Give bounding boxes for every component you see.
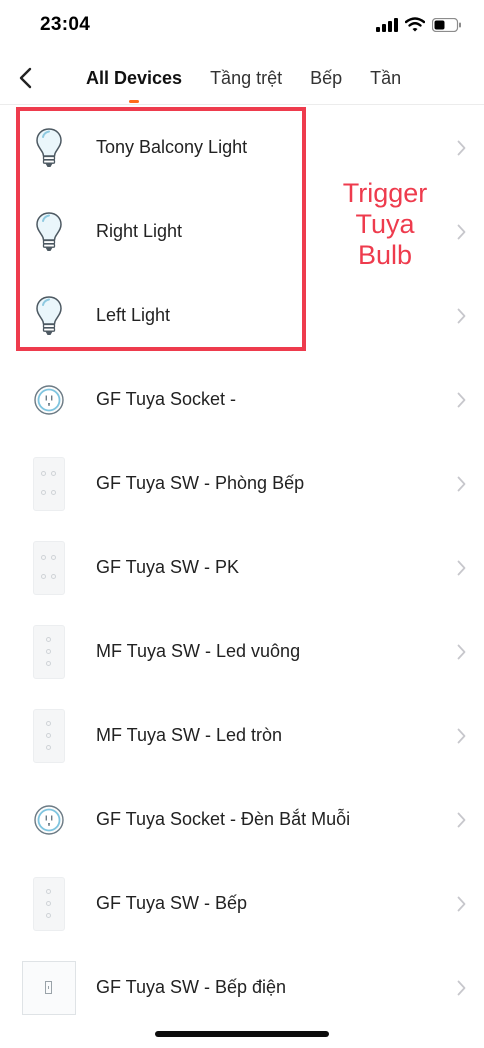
- tab-tang-tret[interactable]: Tầng trệt: [196, 68, 296, 89]
- device-name: GF Tuya Socket - Đèn Bắt Muỗi: [96, 809, 351, 829]
- socket-icon: [34, 805, 64, 835]
- switch-3-icon: [33, 709, 65, 763]
- switch-4-icon: [33, 457, 65, 511]
- tab-label: Bếp: [310, 67, 343, 88]
- annotation-line: Bulb: [357, 240, 413, 270]
- nav-bar: All Devices Tầng trệt Bếp Tần: [0, 52, 484, 105]
- status-icons: [376, 17, 462, 32]
- chevron-right-icon: [457, 980, 466, 996]
- status-bar: 23:04: [0, 0, 484, 52]
- home-indicator: [155, 1031, 329, 1037]
- device-icon: [20, 874, 78, 934]
- battery-icon: [432, 17, 461, 32]
- tab-tan[interactable]: Tần: [356, 68, 415, 89]
- annotation-text: Trigger Tuya Bulb: [330, 178, 440, 271]
- device-row[interactable]: GF Tuya SW - Bếp: [0, 862, 484, 946]
- device-row[interactable]: GF Tuya Socket - Đèn Bắt Muỗi: [0, 778, 484, 862]
- chevron-right-icon: [457, 896, 466, 912]
- device-icon: [20, 790, 78, 850]
- device-name: MF Tuya SW - Led vuông: [96, 641, 301, 661]
- device-name: GF Tuya SW - Bếp: [96, 893, 248, 913]
- active-tab-indicator: [129, 99, 140, 103]
- device-row[interactable]: GF Tuya Socket -: [0, 358, 484, 442]
- device-row[interactable]: MF Tuya SW - Led vuông: [0, 610, 484, 694]
- chevron-right-icon: [457, 560, 466, 576]
- chevron-right-icon: [457, 224, 466, 240]
- chevron-right-icon: [457, 476, 466, 492]
- chevron-right-icon: [457, 812, 466, 828]
- device-icon: [20, 622, 78, 682]
- switch-3-icon: [33, 877, 65, 931]
- device-name: GF Tuya SW - Phòng Bếp: [96, 473, 305, 493]
- device-icon: [20, 370, 78, 430]
- tab-label: Tần: [370, 67, 402, 88]
- annotation-line: Tuya: [355, 209, 415, 239]
- device-row[interactable]: GF Tuya SW - PK: [0, 526, 484, 610]
- socket-icon: [34, 385, 64, 415]
- device-icon: [20, 454, 78, 514]
- tab-label: Tầng trệt: [210, 67, 283, 88]
- chevron-right-icon: [457, 728, 466, 744]
- tab-all-devices[interactable]: All Devices: [72, 67, 196, 103]
- device-row[interactable]: MF Tuya SW - Led tròn: [0, 694, 484, 778]
- device-row[interactable]: GF Tuya SW - Phòng Bếp: [0, 442, 484, 526]
- status-time: 23:04: [40, 14, 91, 35]
- room-tabs: All Devices Tầng trệt Bếp Tần: [72, 52, 415, 104]
- device-row[interactable]: GF Tuya SW - Bếp điện: [0, 946, 484, 1030]
- tab-label: All Devices: [86, 67, 183, 88]
- switch-4-icon: [33, 541, 65, 595]
- chevron-right-icon: [457, 308, 466, 324]
- back-button[interactable]: [8, 60, 42, 96]
- switch-1-icon: [22, 961, 76, 1015]
- chevron-left-icon: [19, 67, 32, 89]
- chevron-right-icon: [457, 392, 466, 408]
- chevron-right-icon: [457, 140, 466, 156]
- device-name: MF Tuya SW - Led tròn: [96, 725, 283, 745]
- switch-3-icon: [33, 625, 65, 679]
- device-icon: [20, 538, 78, 598]
- highlight-box: [16, 107, 306, 351]
- tab-bep[interactable]: Bếp: [296, 68, 356, 89]
- device-icon: [20, 706, 78, 766]
- device-icon: [20, 958, 78, 1018]
- wifi-icon: [405, 17, 425, 32]
- device-name: GF Tuya SW - Bếp điện: [96, 977, 287, 997]
- chevron-right-icon: [457, 644, 466, 660]
- annotation-line: Trigger: [342, 178, 428, 208]
- cellular-signal-icon: [376, 17, 398, 32]
- device-name: GF Tuya Socket -: [96, 389, 237, 409]
- device-name: GF Tuya SW - PK: [96, 557, 240, 577]
